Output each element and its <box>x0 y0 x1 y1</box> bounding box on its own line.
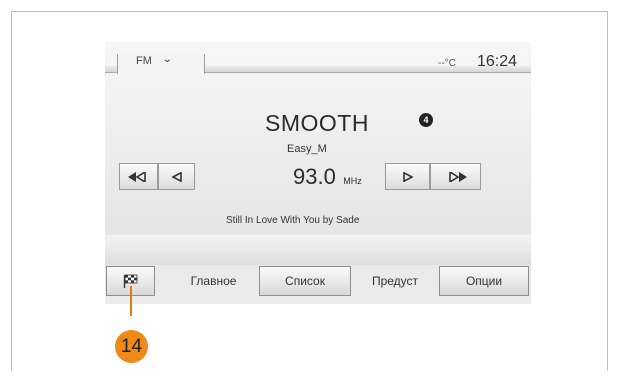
temperature-readout: --°C <box>438 58 456 69</box>
step-back-icon <box>171 171 182 182</box>
tab-options[interactable]: Опции <box>439 266 529 296</box>
frequency-value: 93.0 <box>293 164 336 189</box>
tab-main-label: Главное <box>190 274 237 288</box>
step-back-button[interactable] <box>158 163 195 190</box>
clock: 16:24 <box>477 53 518 70</box>
rds-text: Easy_M <box>287 143 327 155</box>
tab-main[interactable]: Главное <box>167 266 260 296</box>
tab-presets-label: Предуст <box>371 274 419 288</box>
callout-badge: 14 <box>115 330 148 363</box>
frequency-display: 93.0 MHz <box>293 164 362 190</box>
tab-presets[interactable]: Предуст <box>351 266 439 296</box>
tab-options-label: Опции <box>465 274 503 288</box>
preset-badge: 4 <box>419 113 433 127</box>
fast-rewind-button[interactable] <box>119 163 158 190</box>
tab-bar-background <box>105 235 531 265</box>
radio-screen: FM ⌄ --°C 16:24 SMOOTH 4 Easy_M 93.0 MHz… <box>105 42 531 304</box>
callout-leader-line <box>130 286 132 316</box>
now-playing-text: Still In Love With You by Sade <box>226 215 360 226</box>
step-forward-button[interactable] <box>385 163 430 190</box>
fast-forward-button[interactable] <box>430 163 481 190</box>
chevron-down-icon[interactable]: ⌄ <box>162 54 173 65</box>
tab-list-label: Список <box>285 274 325 288</box>
frequency-unit: MHz <box>343 176 362 186</box>
status-bar: FM ⌄ --°C 16:24 <box>105 42 531 82</box>
station-name: SMOOTH <box>265 110 369 136</box>
fast-forward-icon <box>448 171 467 182</box>
tab-list[interactable]: Список <box>259 266 351 296</box>
band-label[interactable]: FM <box>136 55 152 67</box>
step-forward-icon <box>402 171 413 182</box>
fast-rewind-icon <box>127 171 146 182</box>
